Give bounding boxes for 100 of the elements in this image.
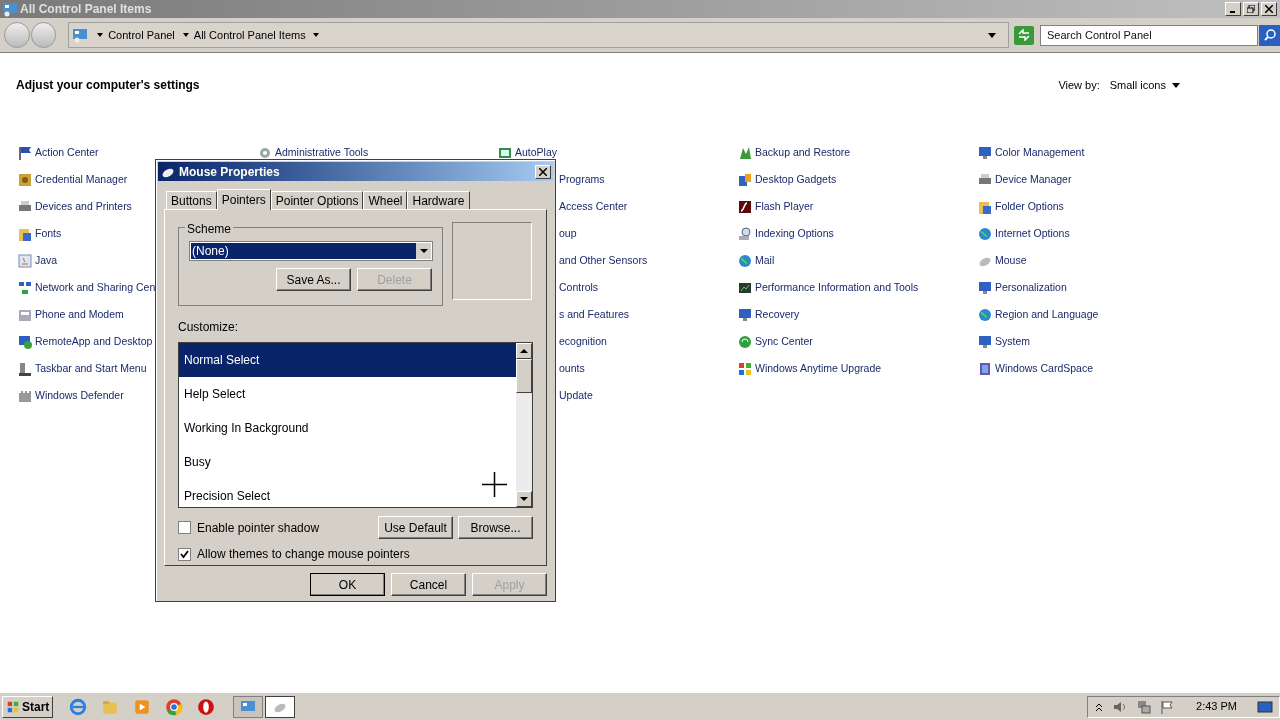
scheme-dropdown[interactable]: (None) — [189, 241, 433, 261]
close-button[interactable] — [1261, 2, 1277, 16]
breadcrumb-link[interactable]: All Control Panel Items — [193, 26, 306, 44]
address-field[interactable]: Control Panel All Control Panel Items — [68, 22, 1010, 48]
network-icon[interactable] — [1136, 699, 1153, 714]
applet-link[interactable]: Flash Player — [755, 198, 814, 215]
applet-link[interactable]: Fonts — [35, 225, 62, 242]
close-icon — [1265, 5, 1273, 13]
applet-link[interactable]: Mail — [755, 252, 775, 269]
monitor-icon — [977, 279, 993, 296]
dialog-button[interactable]: Save As... — [276, 268, 351, 291]
applet-link[interactable]: Folder Options — [995, 198, 1064, 215]
scroll-down-button[interactable] — [516, 491, 532, 507]
caret-icon[interactable] — [312, 33, 319, 37]
dialog-tab[interactable]: Pointer Options — [270, 191, 364, 209]
applet-link[interactable]: Recovery — [755, 306, 800, 323]
applet-link[interactable]: Performance Information and Tools — [755, 279, 919, 296]
pointer-list-item[interactable]: Busy — [179, 445, 516, 479]
flag-icon — [17, 144, 33, 161]
applet-link[interactable]: Update — [559, 387, 593, 404]
applet-link[interactable]: Controls — [559, 279, 599, 296]
browser-icon[interactable] — [69, 697, 88, 716]
pointer-list-item[interactable]: Precision Select — [179, 479, 516, 507]
applet-link[interactable]: System — [995, 333, 1030, 350]
globe-icon — [977, 306, 993, 323]
dialog-tab[interactable]: Hardware — [407, 191, 470, 209]
applet-link[interactable]: Device Manager — [995, 171, 1072, 188]
applet-link[interactable]: Network and Sharing Cen — [35, 279, 156, 296]
refresh-button[interactable] — [1014, 25, 1035, 45]
checkbox-label: Enable pointer shadow — [197, 519, 320, 537]
restore-icon — [1247, 5, 1255, 13]
view-by-label: View by: — [1058, 77, 1100, 93]
taskbar-button[interactable] — [265, 695, 296, 718]
applet-link[interactable]: Windows CardSpace — [995, 360, 1094, 377]
minimize-button[interactable] — [1225, 2, 1241, 16]
show-desktop-icon[interactable] — [1257, 699, 1273, 714]
caret-icon[interactable] — [988, 32, 997, 38]
applet-link[interactable]: Action Center — [35, 144, 99, 161]
dialog-tab[interactable]: Wheel — [363, 191, 408, 209]
restore-button[interactable] — [1243, 2, 1259, 16]
view-by-dropdown[interactable]: Small icons — [1109, 76, 1166, 94]
caret-icon[interactable] — [97, 33, 104, 37]
dialog-tab[interactable]: Buttons — [166, 191, 217, 209]
applet-link[interactable]: Devices and Printers — [35, 198, 132, 215]
applet-link[interactable]: Indexing Options — [755, 225, 834, 242]
applet-link[interactable]: s and Features — [559, 306, 630, 323]
applet-link[interactable]: and Other Sensors — [559, 252, 648, 269]
refresh-icon — [1017, 29, 1032, 41]
caret-icon — [416, 243, 431, 259]
checkbox[interactable] — [178, 547, 191, 561]
flag-icon[interactable] — [1160, 699, 1175, 714]
applet-link[interactable]: Sync Center — [755, 333, 813, 350]
applet-link[interactable]: AutoPlay — [515, 144, 558, 161]
pointer-list-item[interactable]: Working In Background — [179, 411, 516, 445]
control-panel-icon — [71, 27, 90, 43]
pointer-list-item[interactable]: Help Select — [179, 377, 516, 411]
caret-icon[interactable] — [182, 33, 189, 37]
applet-link[interactable]: ecognition — [559, 333, 607, 350]
applet-link[interactable]: Programs — [559, 171, 605, 188]
search-field[interactable]: Search Control Panel — [1040, 24, 1259, 46]
clock[interactable]: 2:43 PM — [1196, 698, 1237, 715]
applet-link[interactable]: Windows Defender — [35, 387, 124, 404]
applet-link[interactable]: Region and Language — [995, 306, 1099, 323]
scroll-thumb[interactable] — [516, 359, 532, 393]
monitor-icon — [977, 333, 993, 350]
caret-icon[interactable] — [1172, 82, 1180, 88]
applet-link[interactable]: Administrative Tools — [275, 144, 369, 161]
monitor-icon — [977, 144, 993, 161]
applet-link[interactable]: Taskbar and Start Menu — [35, 360, 147, 377]
applet-link[interactable]: Internet Options — [995, 225, 1070, 242]
applet-link[interactable]: RemoteApp and Desktop — [35, 333, 153, 350]
applet-link[interactable]: ounts — [559, 360, 585, 377]
scroll-up-button[interactable] — [516, 343, 532, 359]
pointer-list-item[interactable]: Normal Select — [179, 343, 516, 377]
vault-icon — [17, 171, 33, 188]
breadcrumb-link[interactable]: Control Panel — [108, 26, 175, 44]
applet-link[interactable]: Color Management — [995, 144, 1085, 161]
checkbox[interactable] — [178, 521, 191, 534]
close-icon — [539, 167, 547, 176]
window-title: All Control Panel Items — [20, 1, 152, 18]
dialog-button[interactable]: Cancel — [391, 573, 466, 596]
applet-link[interactable]: Phone and Modem — [35, 306, 124, 323]
applet-link[interactable]: Mouse — [995, 252, 1027, 269]
search-button[interactable] — [1259, 24, 1280, 46]
dialog-button[interactable]: Use Default — [378, 516, 453, 539]
applet-link[interactable]: Windows Anytime Upgrade — [755, 360, 882, 377]
start-button[interactable]: Start — [2, 695, 54, 718]
close-button[interactable] — [535, 164, 551, 179]
windows-icon — [737, 360, 753, 377]
dialog-button[interactable]: OK — [310, 573, 385, 596]
dialog-button[interactable]: Browse... — [458, 516, 533, 539]
applet-link[interactable]: Desktop Gadgets — [755, 171, 837, 188]
applet-link[interactable]: Backup and Restore — [755, 144, 851, 161]
applet-link[interactable]: oup — [559, 225, 577, 242]
applet-link[interactable]: Personalization — [995, 279, 1067, 296]
dialog-tab[interactable]: Pointers — [216, 189, 271, 210]
applet-link[interactable]: Java — [35, 252, 58, 269]
taskbar-icon — [17, 360, 33, 377]
applet-link[interactable]: Credential Manager — [35, 171, 128, 188]
applet-link[interactable]: Access Center — [559, 198, 628, 215]
